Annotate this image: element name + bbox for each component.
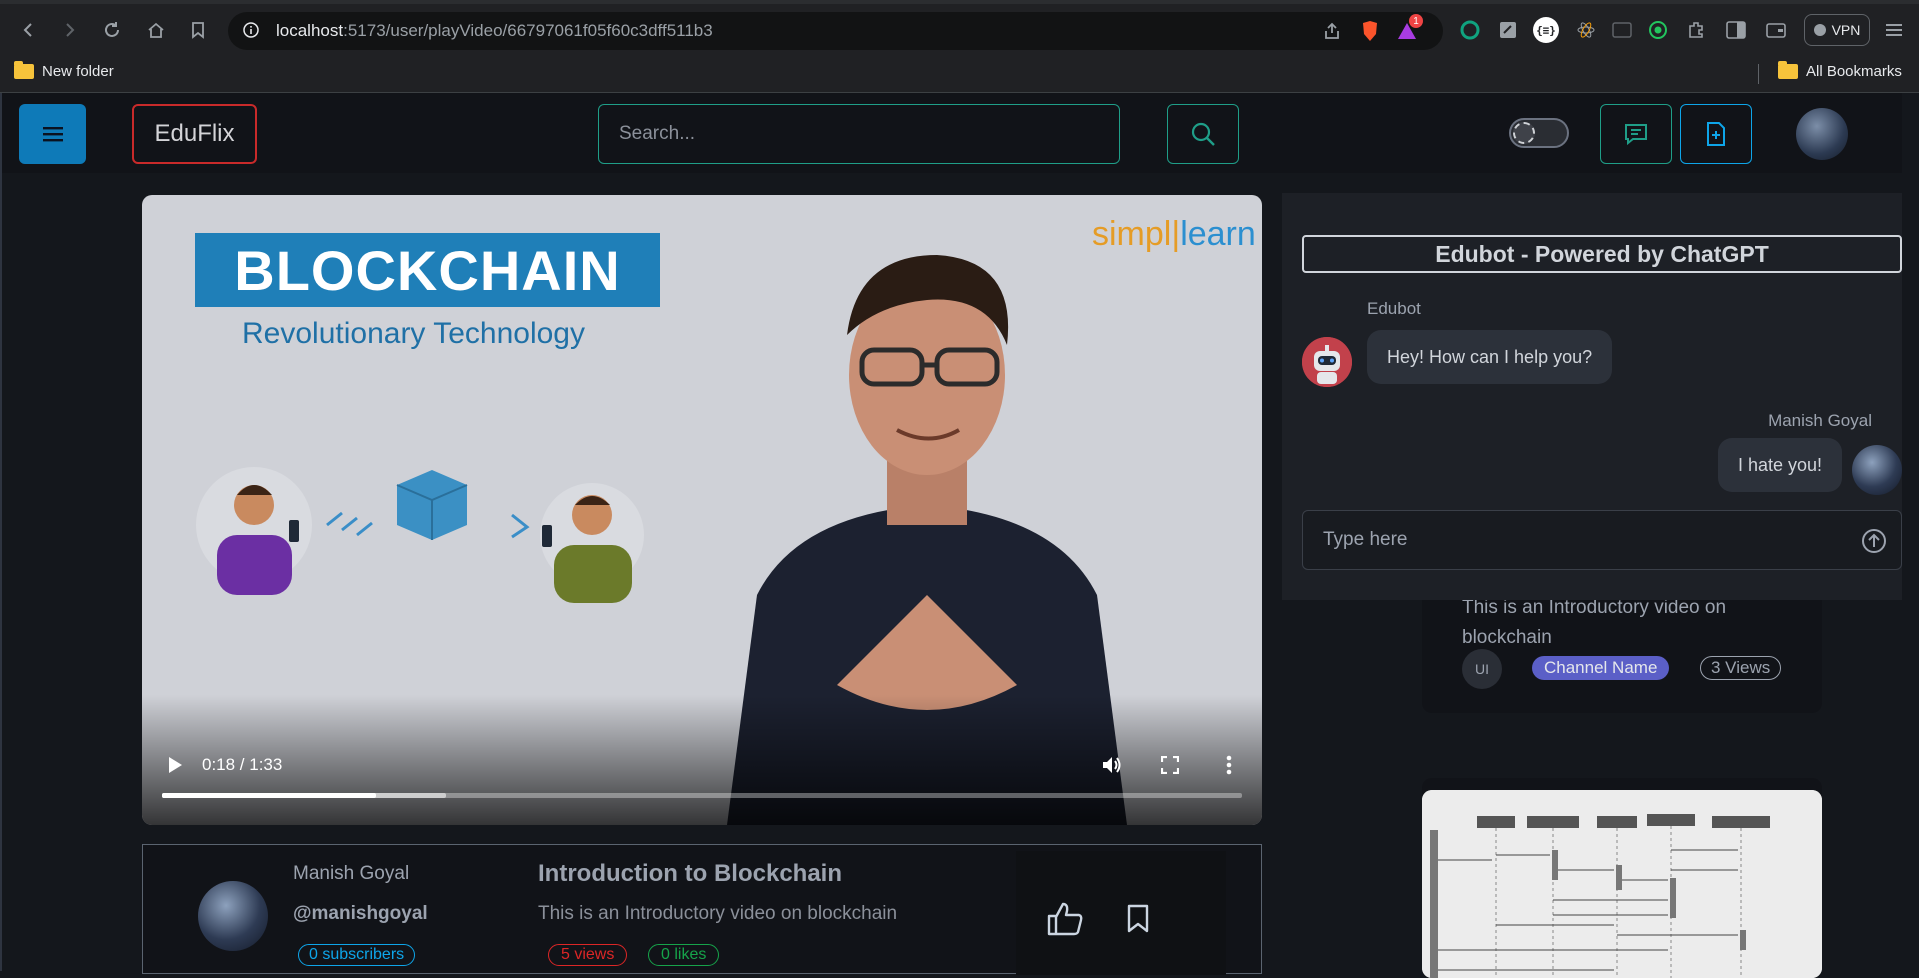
reload-icon[interactable] xyxy=(98,16,126,44)
search-icon xyxy=(1191,122,1215,146)
react-devtools-icon[interactable] xyxy=(1572,16,1600,44)
video-controls-shade xyxy=(142,695,1262,825)
upload-button[interactable] xyxy=(1680,104,1752,164)
recommended-channel-name[interactable]: Channel Name xyxy=(1532,656,1670,680)
bookmarks-bar: New folder All Bookmarks xyxy=(0,55,1919,93)
browser-toolbar: localhost:5173/user/playVideo/66797061f0… xyxy=(0,0,1919,55)
like-button[interactable] xyxy=(1046,901,1084,942)
logo[interactable]: EduFlix xyxy=(132,104,257,164)
user-avatar[interactable] xyxy=(1796,108,1848,160)
video-played xyxy=(162,793,376,798)
menu-button[interactable] xyxy=(19,104,86,164)
thumbs-up-icon xyxy=(1047,902,1083,936)
owner-avatar[interactable] xyxy=(198,881,268,951)
share-icon[interactable] xyxy=(1318,17,1346,45)
bot-message: Hey! How can I help you? xyxy=(1367,330,1613,384)
save-button[interactable] xyxy=(1126,904,1150,939)
file-plus-icon xyxy=(1707,122,1725,146)
chat-user-avatar xyxy=(1852,445,1902,495)
brave-rewards-icon[interactable]: 1 xyxy=(1393,14,1423,45)
target-extension-icon[interactable] xyxy=(1644,16,1672,44)
owner-name: Manish Goyal xyxy=(293,863,410,884)
browser-menu-icon[interactable] xyxy=(1880,16,1908,44)
search-button[interactable] xyxy=(1167,104,1239,164)
forward-icon[interactable] xyxy=(56,16,84,44)
volume-icon[interactable] xyxy=(1097,750,1127,780)
bookmark-folder-new[interactable]: New folder xyxy=(14,61,114,80)
site-info-icon[interactable] xyxy=(243,22,259,43)
folder-icon xyxy=(14,61,34,79)
extensions-icon[interactable] xyxy=(1682,16,1710,44)
video-info-card: Manish Goyal @manishgoyal 0 subscribers … xyxy=(142,844,1262,975)
app-page: EduFlix BLOCKCHAIN Revolutionary Technol… xyxy=(0,93,1919,978)
messages-button[interactable] xyxy=(1600,104,1672,164)
hamburger-icon xyxy=(42,127,63,142)
vpn-status-icon xyxy=(1813,24,1826,36)
blockchain-illustration xyxy=(196,467,644,603)
address-bar[interactable]: localhost:5173/user/playVideo/66797061f0… xyxy=(228,12,1443,50)
app-header: EduFlix xyxy=(2,93,1902,173)
views-badge: 5 views xyxy=(548,944,628,966)
play-icon[interactable] xyxy=(160,750,190,780)
sequence-diagram-thumbnail xyxy=(1422,790,1822,978)
owner-handle[interactable]: @manishgoyal xyxy=(293,903,428,925)
video-time: 0:18 / 1:33 xyxy=(202,755,283,774)
more-options-icon[interactable] xyxy=(1214,750,1244,780)
chat-user-name: Manish Goyal xyxy=(1768,411,1872,430)
wallet-icon[interactable] xyxy=(1762,16,1790,44)
video-progress-bar[interactable] xyxy=(162,793,1242,798)
chat-input-container xyxy=(1302,510,1902,570)
chatbot-title: Edubot - Powered by ChatGPT xyxy=(1302,235,1902,273)
sun-icon xyxy=(1513,122,1535,144)
chatgpt-extension-icon[interactable] xyxy=(1456,16,1484,44)
robot-icon xyxy=(1302,337,1352,387)
chatbot-panel: Edubot - Powered by ChatGPT Edubot Hey! … xyxy=(1282,193,1902,600)
bookmark-icon xyxy=(1127,904,1149,933)
theme-toggle[interactable] xyxy=(1509,118,1569,148)
likes-badge: 0 likes xyxy=(648,944,720,966)
video-actions xyxy=(1016,851,1226,975)
video-banner-subtitle: Revolutionary Technology xyxy=(242,317,585,350)
back-icon[interactable] xyxy=(14,16,42,44)
home-icon[interactable] xyxy=(142,16,170,44)
video-banner-title: BLOCKCHAIN xyxy=(195,233,660,307)
arrow-up-circle-icon xyxy=(1862,529,1886,553)
recommended-video-card[interactable] xyxy=(1422,778,1822,978)
chat-input[interactable] xyxy=(1303,511,1843,569)
fullscreen-icon[interactable] xyxy=(1155,750,1185,780)
vpn-button[interactable]: VPN xyxy=(1804,14,1870,46)
recommended-views: 3 Views xyxy=(1700,656,1782,680)
video-description: This is an Introductory video on blockch… xyxy=(538,903,898,924)
user-message: I hate you! xyxy=(1717,438,1842,492)
recommended-video-card[interactable]: This is an Introductory video on blockch… xyxy=(1422,583,1822,713)
video-player[interactable]: BLOCKCHAIN Revolutionary Technology simp… xyxy=(142,195,1262,825)
json-extension-icon[interactable]: {≡} xyxy=(1532,16,1560,44)
sidebar-icon[interactable] xyxy=(1722,16,1750,44)
video-title: Introduction to Blockchain xyxy=(538,860,842,887)
bookmarks-divider xyxy=(1758,64,1759,84)
bookmark-folder-all[interactable]: All Bookmarks xyxy=(1778,61,1902,80)
rewards-badge: 1 xyxy=(1409,14,1423,28)
recommended-description: This is an Introductory video on blockch… xyxy=(1462,597,1727,648)
brave-shield-icon[interactable] xyxy=(1356,17,1384,45)
folder-icon xyxy=(1778,61,1798,79)
subscribers-badge: 0 subscribers xyxy=(298,944,416,966)
recommended-thumbnail xyxy=(1422,790,1822,978)
bot-name: Edubot xyxy=(1367,299,1421,318)
send-button[interactable] xyxy=(1861,528,1887,559)
search-input[interactable] xyxy=(598,104,1120,164)
recommended-channel-avatar: UI xyxy=(1462,649,1502,689)
bookmark-page-icon[interactable] xyxy=(184,16,212,44)
notes-extension-icon[interactable] xyxy=(1494,16,1522,44)
chat-icon xyxy=(1625,124,1647,146)
media-extension-icon[interactable] xyxy=(1608,16,1636,44)
url-text: localhost:5173/user/playVideo/66797061f0… xyxy=(276,21,713,40)
